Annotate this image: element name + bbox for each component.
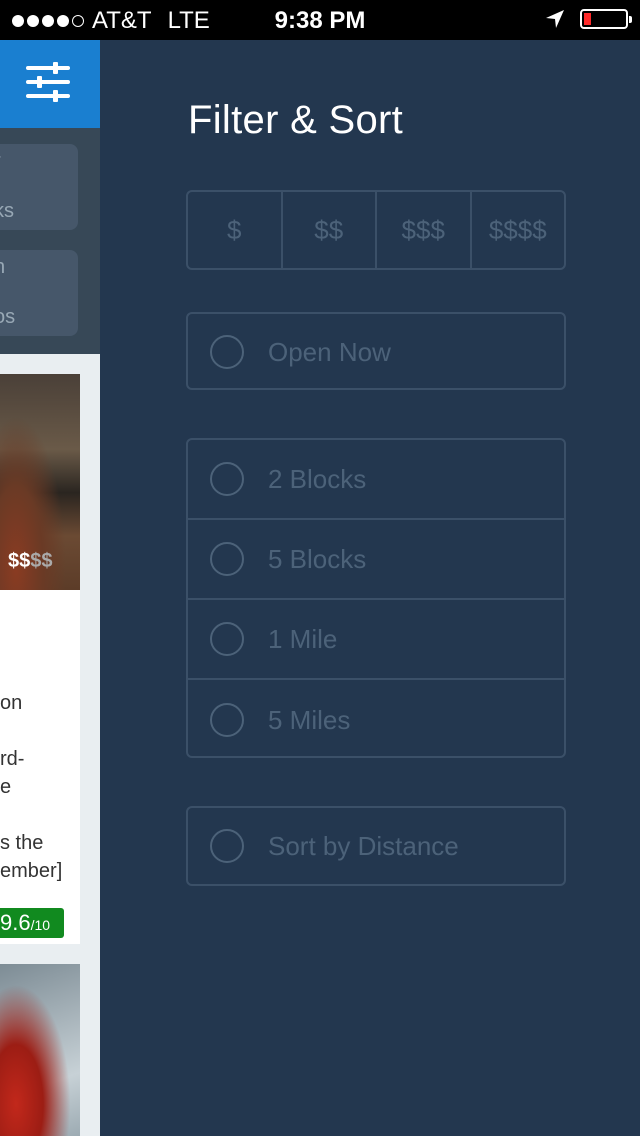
option-label: 1 Mile bbox=[268, 623, 338, 654]
option-label: 2 Blocks bbox=[268, 463, 367, 494]
venue-snippet: rd- bbox=[0, 748, 25, 770]
battery-icon bbox=[580, 9, 632, 29]
venue-snippet: on bbox=[0, 692, 23, 714]
app-header bbox=[0, 40, 100, 128]
category-card[interactable]: r ks bbox=[0, 144, 78, 230]
option-label: 5 Blocks bbox=[268, 543, 367, 574]
venue-photo: $$$$ bbox=[0, 374, 80, 590]
venue-snippet: e bbox=[0, 776, 12, 798]
sort-by-distance-option[interactable]: Sort by Distance bbox=[188, 808, 564, 884]
filter-sort-panel: Filter & Sort $ $$ $$$ $$$$ Open Now 2 B… bbox=[100, 40, 640, 1136]
radio-icon bbox=[210, 703, 244, 737]
distance-option-1-mile[interactable]: 1 Mile bbox=[188, 600, 564, 680]
price-option-2[interactable]: $$ bbox=[283, 192, 377, 268]
sliders-icon[interactable] bbox=[20, 54, 76, 110]
rating-badge: 9.6/10 bbox=[0, 908, 64, 938]
category-list: r ks n os bbox=[0, 128, 100, 354]
background-app: r ks n os $$$$ on rd- e s the ember] 9.6… bbox=[0, 40, 100, 1136]
distance-option-5-blocks[interactable]: 5 Blocks bbox=[188, 520, 564, 600]
distance-option-5-miles[interactable]: 5 Miles bbox=[188, 680, 564, 760]
radio-icon bbox=[210, 542, 244, 576]
venue-photo bbox=[0, 964, 80, 1136]
location-arrow-icon bbox=[546, 10, 564, 28]
page-title: Filter & Sort bbox=[188, 98, 404, 142]
status-bar: AT&T LTE 9:38 PM bbox=[0, 0, 640, 40]
distance-filter: 2 Blocks 5 Blocks 1 Mile 5 Miles bbox=[186, 438, 566, 758]
open-now-option[interactable]: Open Now bbox=[188, 314, 564, 390]
option-label: 5 Miles bbox=[268, 704, 351, 735]
radio-icon bbox=[210, 462, 244, 496]
venue-snippet: ember] bbox=[0, 860, 63, 882]
option-label: Sort by Distance bbox=[268, 830, 459, 861]
venue-price: $$$$ bbox=[8, 550, 53, 572]
option-label: Open Now bbox=[268, 336, 391, 367]
open-now-filter: Open Now bbox=[186, 312, 566, 390]
category-card[interactable]: n os bbox=[0, 250, 78, 336]
sort-filter: Sort by Distance bbox=[186, 806, 566, 886]
category-line: ks bbox=[0, 200, 14, 222]
price-filter: $ $$ $$$ $$$$ bbox=[186, 190, 566, 270]
radio-icon bbox=[210, 829, 244, 863]
radio-icon bbox=[210, 335, 244, 369]
category-line: os bbox=[0, 306, 16, 328]
price-option-1[interactable]: $ bbox=[188, 192, 283, 268]
radio-icon bbox=[210, 622, 244, 656]
price-option-4[interactable]: $$$$ bbox=[472, 192, 565, 268]
venue-card[interactable]: $$$$ on rd- e s the ember] 9.6/10 bbox=[0, 374, 80, 944]
category-line: r bbox=[0, 150, 1, 173]
category-line: n bbox=[0, 256, 5, 279]
distance-option-2-blocks[interactable]: 2 Blocks bbox=[188, 440, 564, 520]
price-option-3[interactable]: $$$ bbox=[377, 192, 472, 268]
venue-card[interactable] bbox=[0, 964, 80, 1136]
venue-snippet: s the bbox=[0, 832, 44, 854]
status-right bbox=[544, 8, 632, 30]
